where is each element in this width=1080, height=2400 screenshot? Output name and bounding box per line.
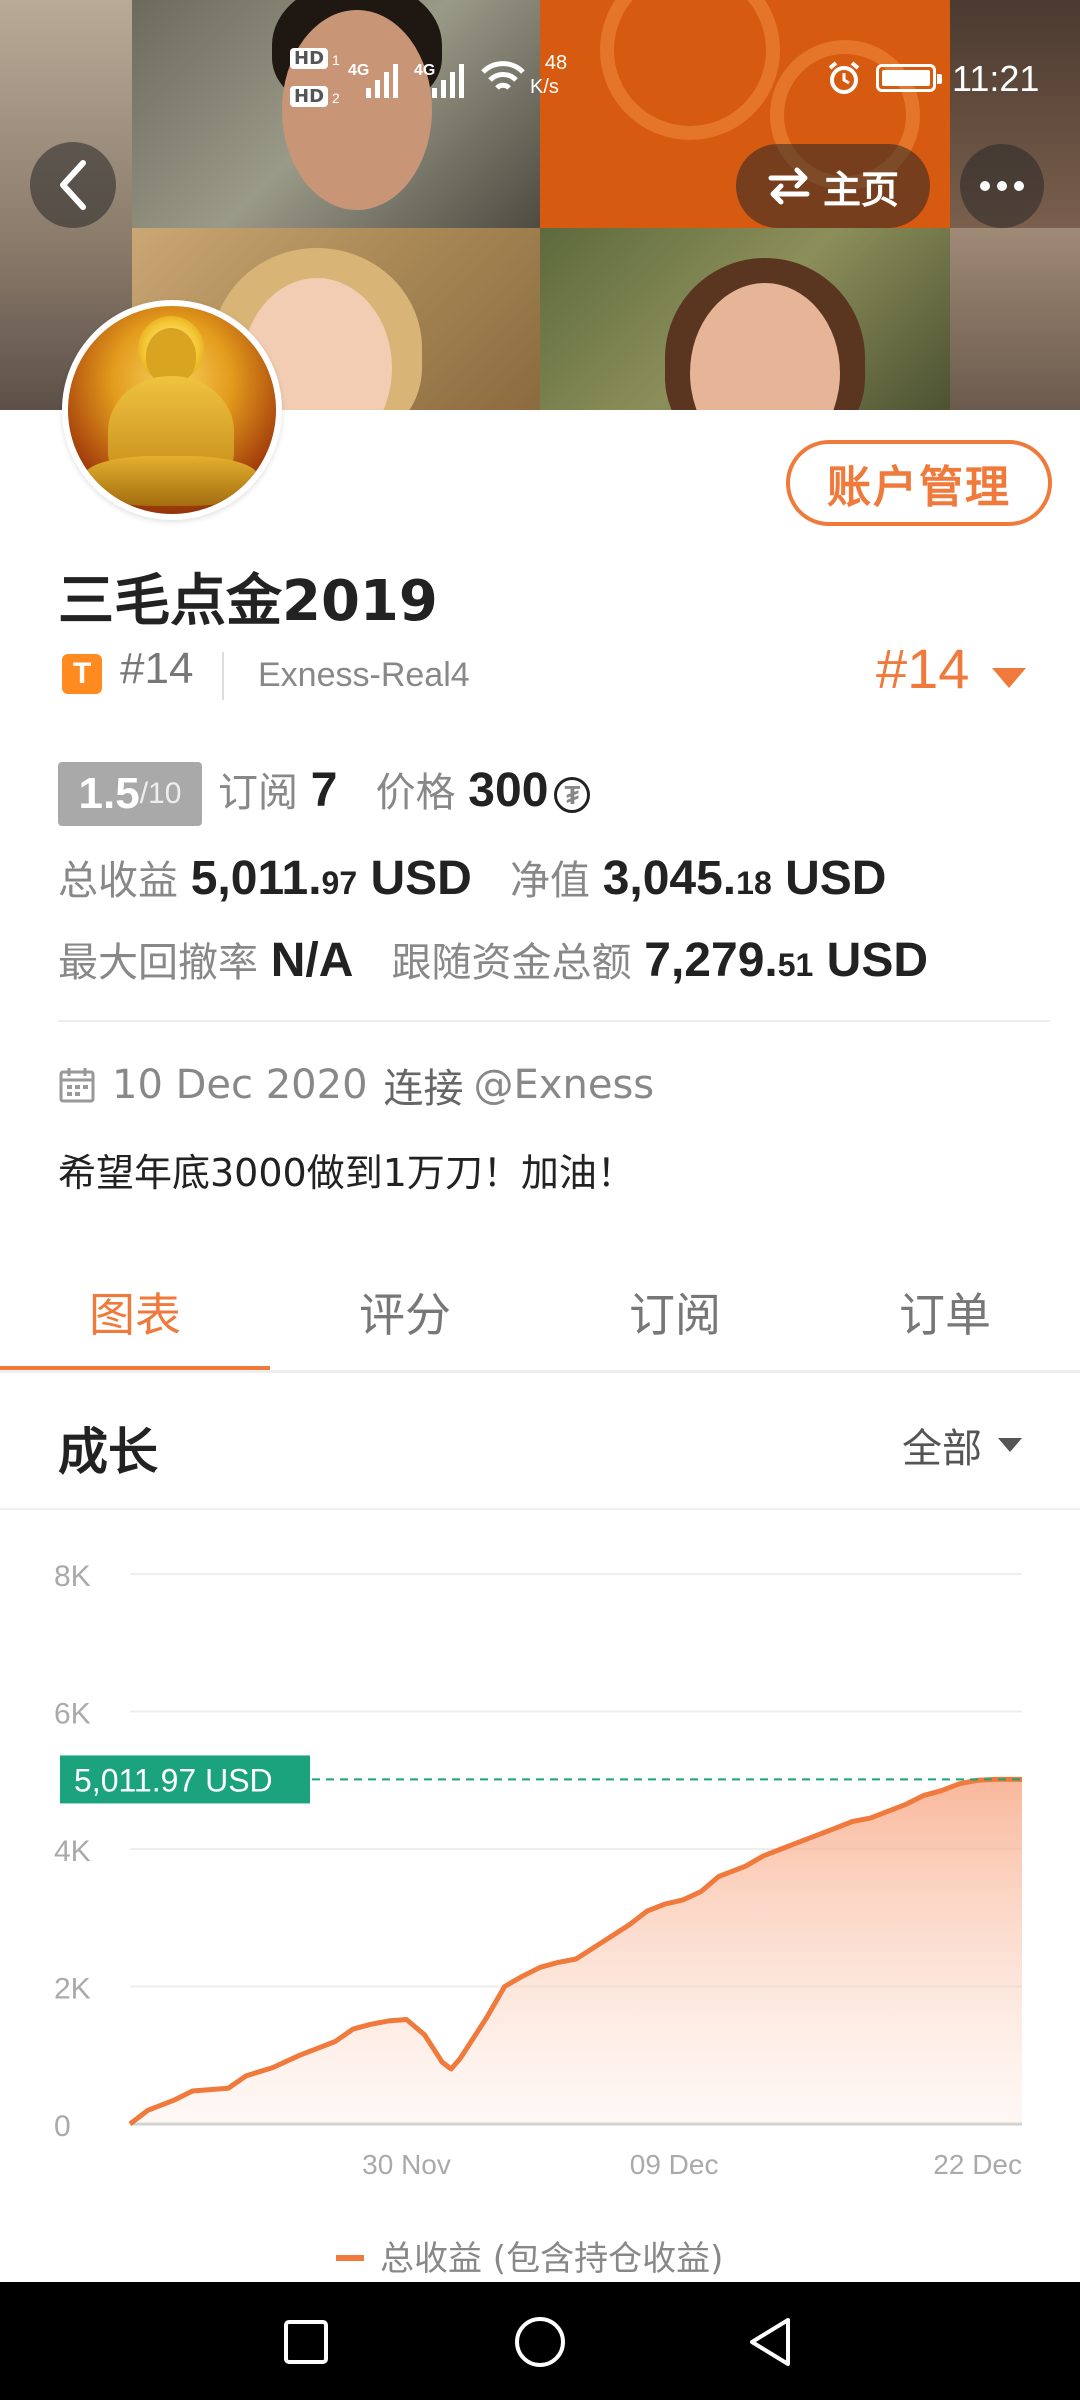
home-button-label: 主页 [822,167,899,212]
profile-name: 三毛点金2019 [58,569,438,634]
account-management-button[interactable]: 账户管理 [786,440,1052,526]
sim2-label: 2 [332,90,340,106]
more-options-button[interactable] [960,144,1044,228]
clock: 11:21 [952,58,1040,99]
caret-down-icon[interactable] [992,668,1026,688]
subscribe-label: 订阅 [218,770,298,816]
subscribe-price-line: 订阅 7 价格 300 ₮ [218,760,591,818]
system-nav-bar [0,2282,1080,2400]
score-max: /10 [139,777,182,810]
alarm-icon [828,61,860,94]
back-triangle-icon[interactable] [744,2316,796,2368]
drawdown-follow-line: 最大回撤率 N/A 跟随资金总额 7,279.51 USD [58,930,928,988]
total-profit-value: 5,011.97 USD [190,852,472,905]
divider [222,652,224,700]
equity-label: 净值 [509,858,590,904]
coin-icon: ₮ [554,777,591,813]
joined-connect-label: 连接 [383,1066,464,1112]
more-dot-icon [997,181,1007,191]
follow-funds-label: 跟随资金总额 [391,940,632,986]
avatar[interactable] [62,300,282,520]
broker-link[interactable]: @Exness [474,1062,655,1108]
battery-icon [876,64,942,92]
current-value-label: 5,011.97 USD [74,1762,273,1798]
x-tick-label: 30 Nov [362,2149,451,2180]
equity-value: 3,045.18 USD [602,852,887,905]
period-filter-label: 全部 [902,1426,982,1472]
y-tick-label: 6K [54,1698,91,1731]
tab-chart[interactable]: 图表 [0,1252,270,1372]
recents-square-icon[interactable] [282,2318,330,2366]
rank-label: #14 [120,644,194,693]
y-tick-label: 4K [54,1835,91,1868]
tab-subscription[interactable]: 订阅 [540,1252,810,1372]
wifi-icon [481,61,525,90]
home-circle-icon[interactable] [512,2314,568,2370]
divider [0,1508,1080,1510]
signal-icon [432,58,472,98]
y-tick-label: 2K [54,1973,91,2006]
score-badge: 1.5/10 [58,762,202,826]
cover-photo [950,228,1080,410]
cover-photo [540,228,950,410]
more-dot-icon [1014,181,1024,191]
score-value: 1.5 [78,769,140,818]
buddha-avatar-image [68,306,276,514]
total-profit-label: 总收益 [58,858,178,904]
caret-down-icon [998,1438,1022,1452]
trader-badge: T [62,654,102,694]
price-value: 300 [468,764,549,817]
drawdown-value: N/A [270,934,354,987]
more-dot-icon [980,181,990,191]
cover-photo [132,0,540,228]
subscribe-count: 7 [310,764,338,817]
calendar-icon [59,1068,95,1103]
swap-icon [768,167,810,205]
net-speed-value: 48 [544,52,568,74]
back-button[interactable] [30,142,116,228]
x-tick-label: 22 Dec [933,2149,1022,2180]
x-tick-label: 09 Dec [630,2149,719,2180]
legend-label: 总收益 (包含持仓收益) [380,2239,723,2279]
growth-chart: 5,011.97 USD 8K 6K 4K 2K 0 30 Nov 09 Dec 22 Dec… [54,1560,1022,2279]
sim1-label: 1 [332,52,340,68]
follow-funds-value: 7,279.51 USD [644,934,928,987]
growth-title: 成长 [58,1423,158,1481]
divider [58,1020,1050,1022]
tab-bar: 图表 评分 订阅 订单 [0,1252,1080,1372]
joined-info: 10 Dec 2020 连接 @Exness [58,1056,654,1114]
y-tick-label: 0 [54,2110,71,2143]
period-filter-dropdown[interactable]: 全部 [902,1416,1022,1474]
tab-orders[interactable]: 订单 [810,1252,1080,1372]
signal-icon [366,58,406,98]
home-button[interactable]: 主页 [736,144,930,228]
status-bar: HD 1 HD 2 4G 4G 48 K/s 11:21 [0,48,1080,108]
divider [0,1370,1080,1373]
tab-rating[interactable]: 评分 [270,1252,540,1372]
hd-voice-icon: HD [290,86,329,107]
chevron-left-icon [60,160,86,210]
y-tick-label: 8K [54,1560,91,1593]
profile-bio: 希望年底3000做到1万刀！加油！ [58,1151,635,1195]
rank-dropdown[interactable]: #14 [876,636,969,701]
drawdown-label: 最大回撤率 [58,940,258,986]
joined-date: 10 Dec 2020 [112,1062,368,1108]
net-speed-unit: K/s [530,76,559,98]
hd-voice-icon: HD [290,48,329,69]
server-name: Exness-Real4 [258,656,470,694]
price-label: 价格 [375,770,456,816]
profit-equity-line: 总收益 5,011.97 USD 净值 3,045.18 USD [58,848,886,906]
